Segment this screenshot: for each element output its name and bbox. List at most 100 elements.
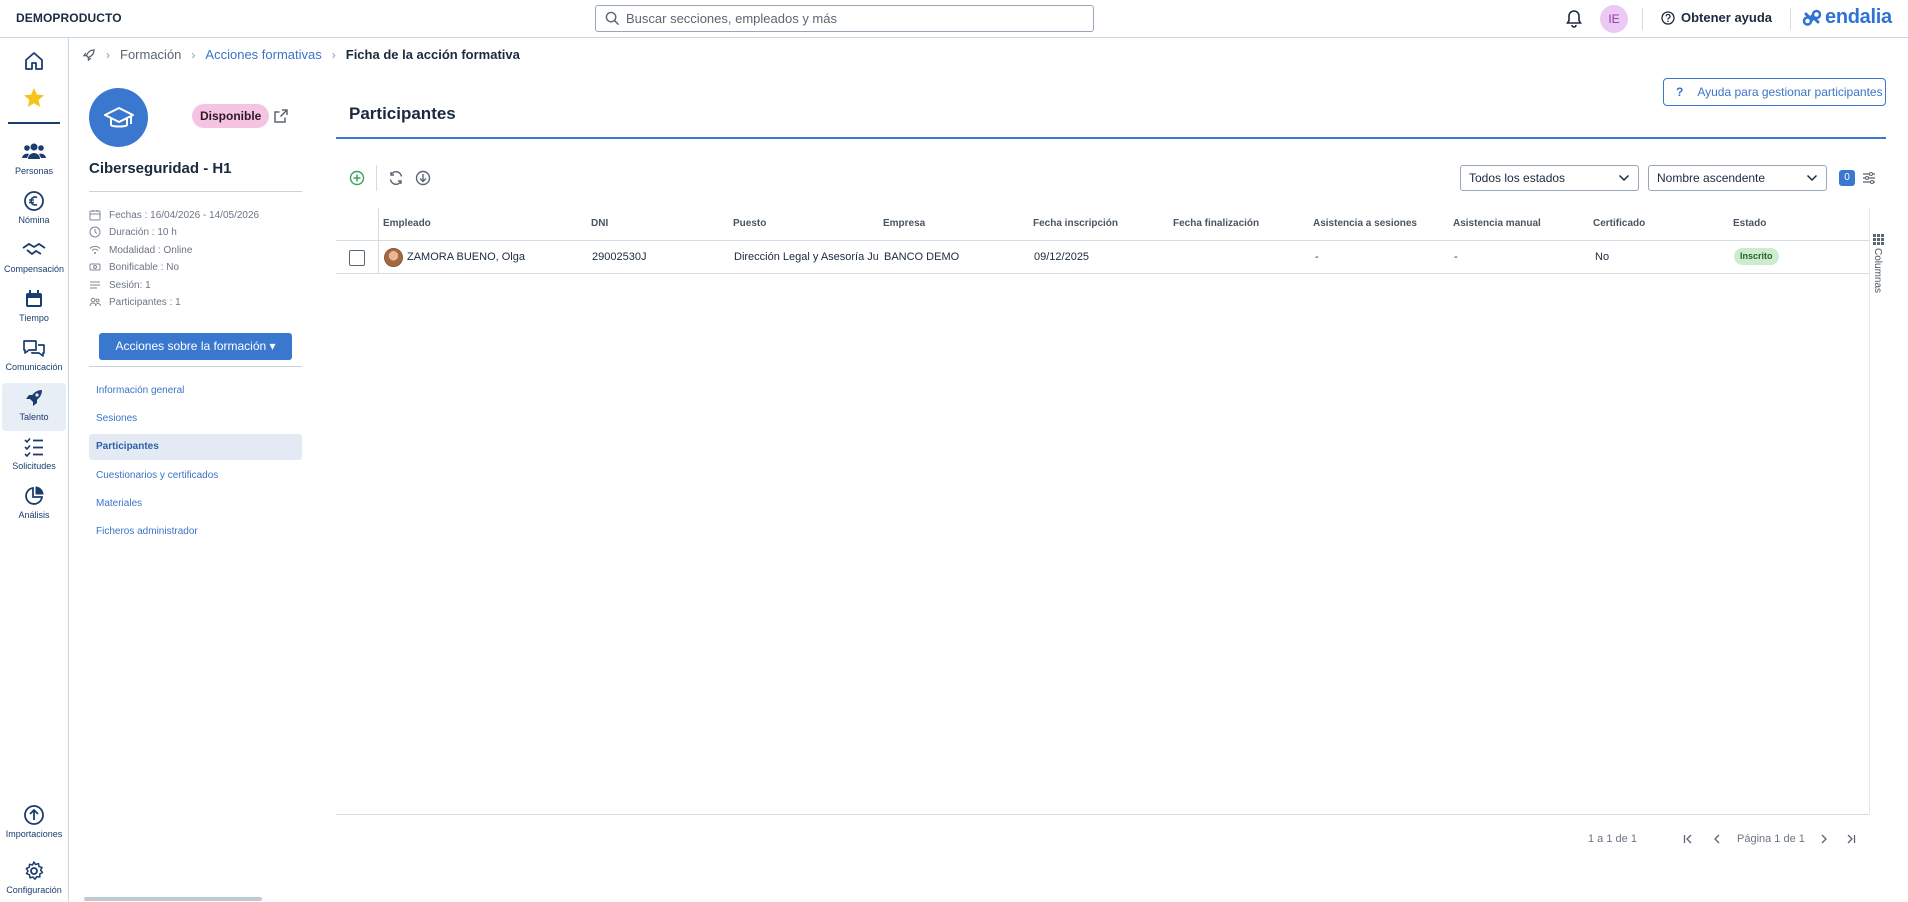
nav-importaciones[interactable]: Importaciones [2,804,66,839]
external-link-icon[interactable] [273,108,289,124]
download-icon[interactable] [415,170,431,186]
column-header[interactable]: DNI [591,218,608,229]
status-badge: Disponible [192,104,270,128]
chevron-down-icon [1618,173,1630,183]
menu-sesiones[interactable]: Sesiones [89,406,302,432]
meta-bonificable: Bonificable : No [89,261,179,273]
question-icon: ? [1676,85,1684,99]
company-name[interactable]: DEMOPRODUCTO [16,11,122,25]
meta-sesion: Sesión: 1 [89,279,151,291]
filter-sliders-icon[interactable] [1862,171,1876,185]
column-header[interactable]: Asistencia a sesiones [1313,218,1417,229]
active-filters-count[interactable]: 0 [1839,170,1855,186]
course-avatar [89,88,148,147]
menu-participantes[interactable]: Participantes [89,434,302,460]
gear-icon [25,861,44,880]
search-input[interactable] [626,6,1086,31]
cell-asistencia-sesiones: - [1315,251,1319,263]
nav-label: Tiempo [19,313,49,323]
main-navigation: Personas Nómina Compensación Tiempo Comu… [0,38,69,902]
status-filter-select[interactable]: Todos los estados [1460,165,1639,191]
column-header[interactable]: Fecha inscripción [1033,218,1118,229]
add-participant-icon[interactable] [349,170,365,186]
breadcrumb-acciones-formativas[interactable]: Acciones formativas [205,47,321,62]
column-header[interactable]: Empresa [883,218,925,229]
column-header[interactable]: Fecha finalización [1173,218,1259,229]
divider [89,366,302,367]
nav-talento[interactable]: Talento [2,383,66,431]
horizontal-scrollbar[interactable] [84,897,262,901]
nav-configuracion[interactable]: Configuración [2,860,66,895]
nav-home[interactable] [2,50,66,75]
column-header[interactable]: Empleado [383,218,431,229]
status-filter-value: Todos los estados [1469,171,1566,185]
endalia-logo[interactable]: endalia [1802,6,1892,29]
column-header[interactable]: Asistencia manual [1453,218,1541,229]
nav-label: Configuración [6,885,62,895]
nav-nomina[interactable]: Nómina [2,190,66,225]
list-icon [90,281,100,289]
next-page-icon[interactable] [1818,833,1830,845]
employee-avatar [384,248,403,267]
meta-text: Fechas : 16/04/2026 - 14/05/2026 [109,209,260,221]
columns-grid-icon [1873,234,1884,245]
meta-text: Sesión: 1 [109,279,151,291]
divider [89,191,302,192]
menu-cuestionarios[interactable]: Cuestionarios y certificados [89,463,302,489]
global-search[interactable] [595,5,1094,32]
nav-favorites[interactable] [2,86,66,113]
pie-chart-icon [25,486,44,505]
nav-label: Solicitudes [12,461,56,471]
last-page-icon[interactable] [1845,833,1857,845]
logo-text: endalia [1825,6,1892,28]
previous-page-icon[interactable] [1711,833,1723,845]
pagination-range: 1 a 1 de 1 [1588,833,1637,845]
nav-comunicacion[interactable]: Comunicación [2,337,66,372]
nav-solicitudes[interactable]: Solicitudes [2,436,66,471]
columns-side-panel[interactable]: Columnas [1869,208,1886,815]
menu-ficheros-administrador[interactable]: Ficheros administrador [89,519,302,545]
column-header[interactable]: Estado [1733,218,1766,229]
first-page-icon[interactable] [1682,833,1694,845]
menu-materiales[interactable]: Materiales [89,491,302,517]
help-participants-button[interactable]: ? Ayuda para gestionar participantes [1663,78,1886,106]
meta-text: Modalidad : Online [109,244,193,256]
meta-modalidad: Modalidad : Online [89,244,192,256]
cell-dni: 29002530J [592,251,647,263]
rocket-icon[interactable] [82,48,96,62]
sort-select[interactable]: Nombre ascendente [1648,165,1827,191]
meta-text: Duración : 10 h [109,226,177,238]
row-checkbox[interactable] [349,250,365,266]
nav-divider [8,122,60,124]
logo-mark-icon [1802,9,1822,26]
nav-compensacion[interactable]: Compensación [2,239,66,274]
column-header[interactable]: Certificado [1593,218,1645,229]
course-title: Ciberseguridad - H1 [89,160,232,177]
group-icon [89,297,101,307]
table-row[interactable]: ZAMORA BUENO, Olga 29002530J Dirección L… [336,241,1869,274]
meta-participantes: Participantes : 1 [89,296,181,308]
help-link[interactable]: Obtener ayuda [1661,10,1772,25]
menu-informacion-general[interactable]: Información general [89,378,302,404]
column-header[interactable]: Puesto [733,218,766,229]
star-icon [24,88,44,107]
chevron-right-icon: › [331,47,336,62]
notifications-bell-icon[interactable] [1565,9,1583,28]
nav-tiempo[interactable]: Tiempo [2,288,66,323]
people-icon [22,143,46,159]
course-actions-button[interactable]: Acciones sobre la formación ▾ [99,333,292,360]
nav-label: Análisis [18,510,50,520]
help-participants-label: Ayuda para gestionar participantes [1697,85,1883,99]
nav-label: Comunicación [5,362,63,372]
top-bar: DEMOPRODUCTO IE Obtener ayuda endalia [0,0,1908,38]
meta-text: Bonificable : No [109,261,180,273]
nav-label: Personas [14,166,54,176]
breadcrumb-formacion[interactable]: Formación [120,47,181,62]
nav-analisis[interactable]: Análisis [2,485,66,520]
table-header: Empleado DNI Puesto Empresa Fecha inscri… [336,208,1869,241]
user-avatar[interactable]: IE [1600,5,1628,33]
upload-icon [24,805,44,825]
cell-empleado[interactable]: ZAMORA BUENO, Olga [407,251,587,263]
nav-personas[interactable]: Personas [2,141,66,176]
refresh-icon[interactable] [388,170,404,186]
